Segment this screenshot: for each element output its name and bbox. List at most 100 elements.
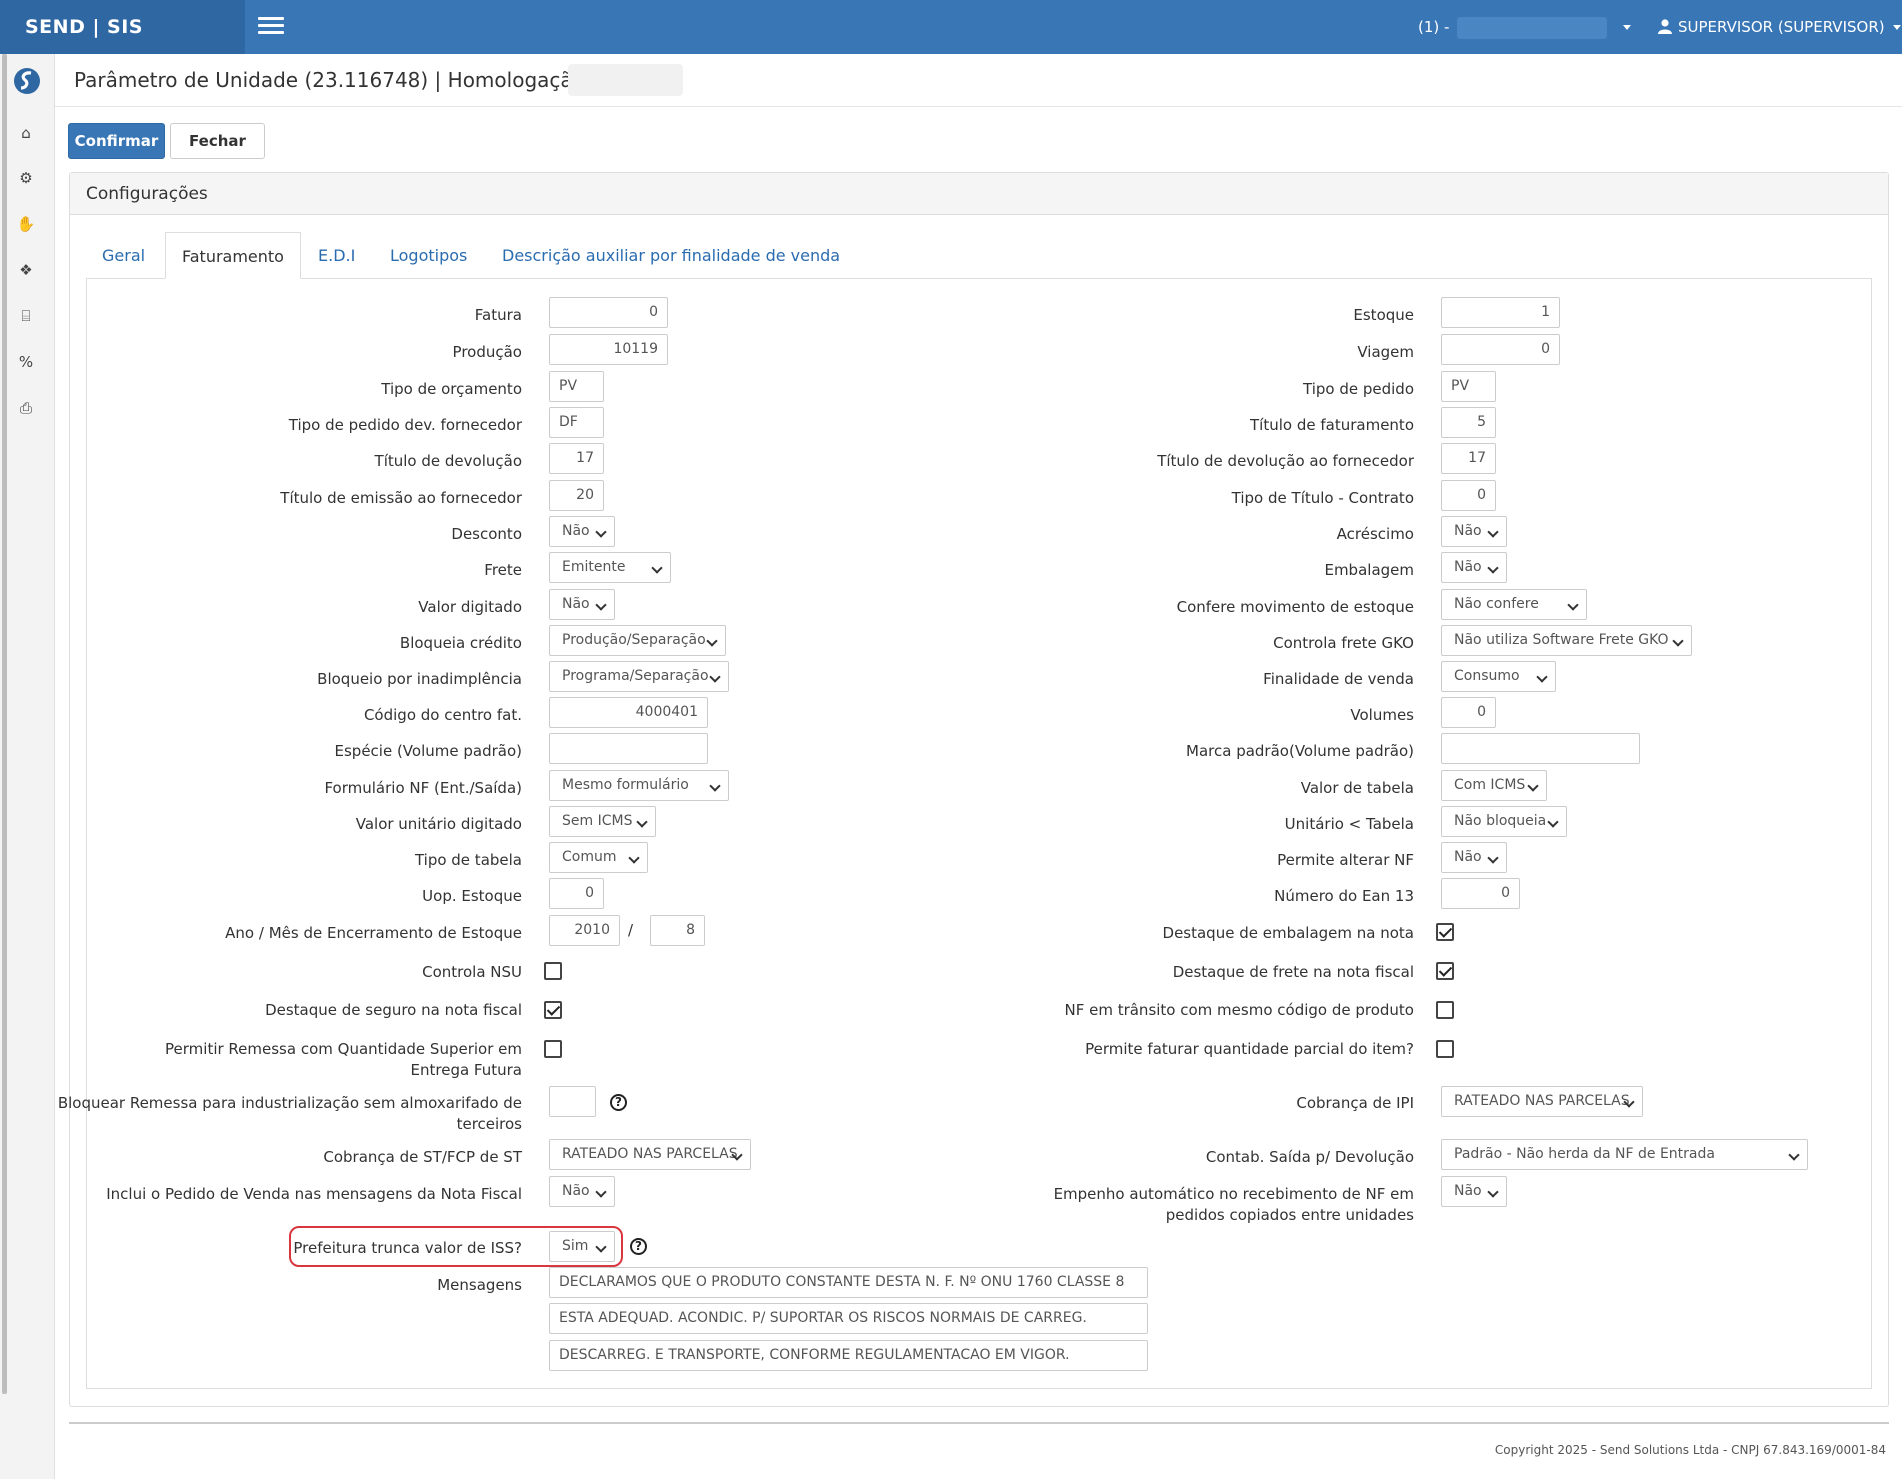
handshake-icon[interactable]: ✋ <box>16 214 36 234</box>
help-icon[interactable]: ? <box>610 1094 627 1111</box>
menu-toggle-icon[interactable] <box>258 17 284 37</box>
inclui-pedido-select[interactable]: Não <box>549 1176 615 1207</box>
cobranca-st-select[interactable]: RATEADO NAS PARCELAS <box>549 1139 751 1170</box>
ano-input[interactable]: 2010 <box>549 915 620 946</box>
label-permitir-remessa: Permitir Remessa com Quantidade Superior… <box>165 1040 522 1079</box>
destaque-seguro-checkbox[interactable] <box>544 1001 562 1019</box>
unit-dropdown[interactable]: (1) - <box>1418 0 1632 54</box>
label-destaque-embalagem: Destaque de embalagem na nota <box>1162 924 1414 942</box>
valor-digitado-select[interactable]: Não <box>549 589 615 620</box>
label-controla-nsu: Controla NSU <box>422 963 522 981</box>
tab-logotipos[interactable]: Logotipos <box>390 232 467 279</box>
mes-input[interactable]: 8 <box>650 915 705 946</box>
especie-input[interactable] <box>549 733 708 764</box>
user-dropdown[interactable]: SUPERVISOR (SUPERVISOR) <box>1658 0 1901 54</box>
tab-faturamento[interactable]: Faturamento <box>165 232 301 279</box>
label-ano-mes: Ano / Mês de Encerramento de Estoque <box>225 924 522 942</box>
numero-ean-input[interactable]: 0 <box>1441 878 1520 909</box>
label-nf-transito: NF em trânsito com mesmo código de produ… <box>1064 1001 1414 1019</box>
producao-input[interactable]: 10119 <box>549 334 668 365</box>
label-fatura: Fatura <box>474 306 522 324</box>
tipo-pedido-dev-input[interactable]: DF <box>549 407 604 438</box>
volumes-input[interactable]: 0 <box>1441 697 1496 728</box>
tab-edi[interactable]: E.D.I <box>318 232 355 279</box>
empenho-automatico-select[interactable]: Não <box>1441 1176 1507 1207</box>
close-button[interactable]: Fechar <box>170 123 265 159</box>
help-icon[interactable]: ? <box>630 1238 647 1255</box>
estoque-input[interactable]: 1 <box>1441 297 1560 328</box>
tipo-titulo-contrato-input[interactable]: 0 <box>1441 480 1496 511</box>
label-controla-frete: Controla frete GKO <box>1273 634 1414 652</box>
contab-saida-select[interactable]: Padrão - Não herda da NF de Entrada <box>1441 1139 1808 1170</box>
titulo-dev-fornecedor-input[interactable]: 17 <box>1441 443 1496 474</box>
destaque-frete-checkbox[interactable] <box>1436 962 1454 980</box>
confirm-button[interactable]: Confirmar <box>68 123 165 159</box>
tipo-pedido-input[interactable]: PV <box>1441 371 1496 402</box>
permitir-remessa-checkbox[interactable] <box>544 1040 562 1058</box>
label-especie: Espécie (Volume padrão) <box>334 742 523 760</box>
cogs-icon[interactable]: ⚙ <box>16 168 36 188</box>
valor-tabela-select[interactable]: Com ICMS <box>1441 770 1547 801</box>
frete-select[interactable]: Emitente <box>549 552 671 583</box>
sidebar-scrollbar[interactable] <box>2 54 7 1394</box>
valor-unitario-select[interactable]: Sem ICMS <box>549 806 656 837</box>
bloqueio-inadimplencia-select[interactable]: Programa/Separação <box>549 661 729 692</box>
label-unitario-tabela: Unitário < Tabela <box>1284 815 1414 833</box>
mensagem-line-2[interactable]: ESTA ADEQUAD. ACONDIC. P/ SUPORTAR OS RI… <box>549 1303 1148 1334</box>
nf-transito-checkbox[interactable] <box>1436 1001 1454 1019</box>
destaque-embalagem-checkbox[interactable] <box>1436 923 1454 941</box>
label-cobranca-ipi: Cobrança de IPI <box>1296 1094 1414 1112</box>
label-confere-movimento: Confere movimento de estoque <box>1176 598 1414 616</box>
label-tipo-tabela: Tipo de tabela <box>414 851 522 869</box>
label-titulo-faturamento: Título de faturamento <box>1250 416 1414 434</box>
home-icon[interactable]: ⌂ <box>16 123 36 143</box>
unit-prefix: (1) - <box>1418 18 1450 36</box>
titulo-devolucao-input[interactable]: 17 <box>549 443 604 474</box>
label-contab-saida: Contab. Saída p/ Devolução <box>1205 1148 1414 1166</box>
formulario-nf-select[interactable]: Mesmo formulário <box>549 770 729 801</box>
finalidade-venda-select[interactable]: Consumo <box>1441 661 1556 692</box>
controla-nsu-checkbox[interactable] <box>544 962 562 980</box>
footer-divider <box>69 1422 1889 1424</box>
codigo-centro-input[interactable]: 4000401 <box>549 697 708 728</box>
acrescimo-select[interactable]: Não <box>1441 516 1507 547</box>
label-permite-faturar: Permite faturar quantidade parcial do it… <box>1085 1040 1414 1058</box>
permite-alterar-nf-select[interactable]: Não <box>1441 842 1507 873</box>
label-inclui-pedido: Inclui o Pedido de Venda nas mensagens d… <box>106 1185 522 1203</box>
brand-logo[interactable]: SEND | SIS <box>0 0 245 54</box>
bank-icon[interactable]: ⌸ <box>16 306 36 326</box>
bloquear-remessa-input[interactable] <box>549 1086 596 1117</box>
print-icon[interactable]: ⎙ <box>16 398 36 418</box>
unitario-tabela-select[interactable]: Não bloqueia <box>1441 806 1567 837</box>
label-empenho-automatico: Empenho automático no recebimento de NF … <box>1053 1185 1414 1224</box>
label-destaque-frete: Destaque de frete na nota fiscal <box>1172 963 1414 981</box>
permite-faturar-checkbox[interactable] <box>1436 1040 1454 1058</box>
fatura-input[interactable]: 0 <box>549 297 668 328</box>
cobranca-ipi-select[interactable]: RATEADO NAS PARCELAS <box>1441 1086 1643 1117</box>
prefeitura-iss-select[interactable]: Sim <box>549 1231 615 1262</box>
tab-geral[interactable]: Geral <box>102 232 145 279</box>
embalagem-select[interactable]: Não <box>1441 552 1507 583</box>
percent-icon[interactable]: % <box>16 352 36 372</box>
tipo-tabela-select[interactable]: Comum <box>549 842 648 873</box>
desconto-select[interactable]: Não <box>549 516 615 547</box>
titulo-emissao-input[interactable]: 20 <box>549 480 604 511</box>
marca-padrao-input[interactable] <box>1441 733 1640 764</box>
mensagem-line-3[interactable]: DESCARREG. E TRANSPORTE, CONFORME REGULA… <box>549 1340 1148 1371</box>
label-valor-unitario: Valor unitário digitado <box>355 815 522 833</box>
tab-descricao-auxiliar[interactable]: Descrição auxiliar por finalidade de ven… <box>502 232 840 279</box>
cubes-icon[interactable]: ❖ <box>16 260 36 280</box>
controla-frete-select[interactable]: Não utiliza Software Frete GKO <box>1441 625 1692 656</box>
tipo-orcamento-input[interactable]: PV <box>549 371 604 402</box>
bloqueia-credito-select[interactable]: Produção/Separação <box>549 625 726 656</box>
titulo-faturamento-input[interactable]: 5 <box>1441 407 1496 438</box>
viagem-input[interactable]: 0 <box>1441 334 1560 365</box>
label-estoque: Estoque <box>1353 306 1414 324</box>
tab-content <box>86 278 1872 1389</box>
confere-movimento-select[interactable]: Não confere <box>1441 589 1587 620</box>
uop-estoque-input[interactable]: 0 <box>549 878 604 909</box>
label-tipo-pedido-dev: Tipo de pedido dev. fornecedor <box>288 416 522 434</box>
mensagem-line-1[interactable]: DECLARAMOS QUE O PRODUTO CONSTANTE DESTA… <box>549 1267 1148 1298</box>
label-viagem: Viagem <box>1357 343 1414 361</box>
label-embalagem: Embalagem <box>1324 561 1414 579</box>
